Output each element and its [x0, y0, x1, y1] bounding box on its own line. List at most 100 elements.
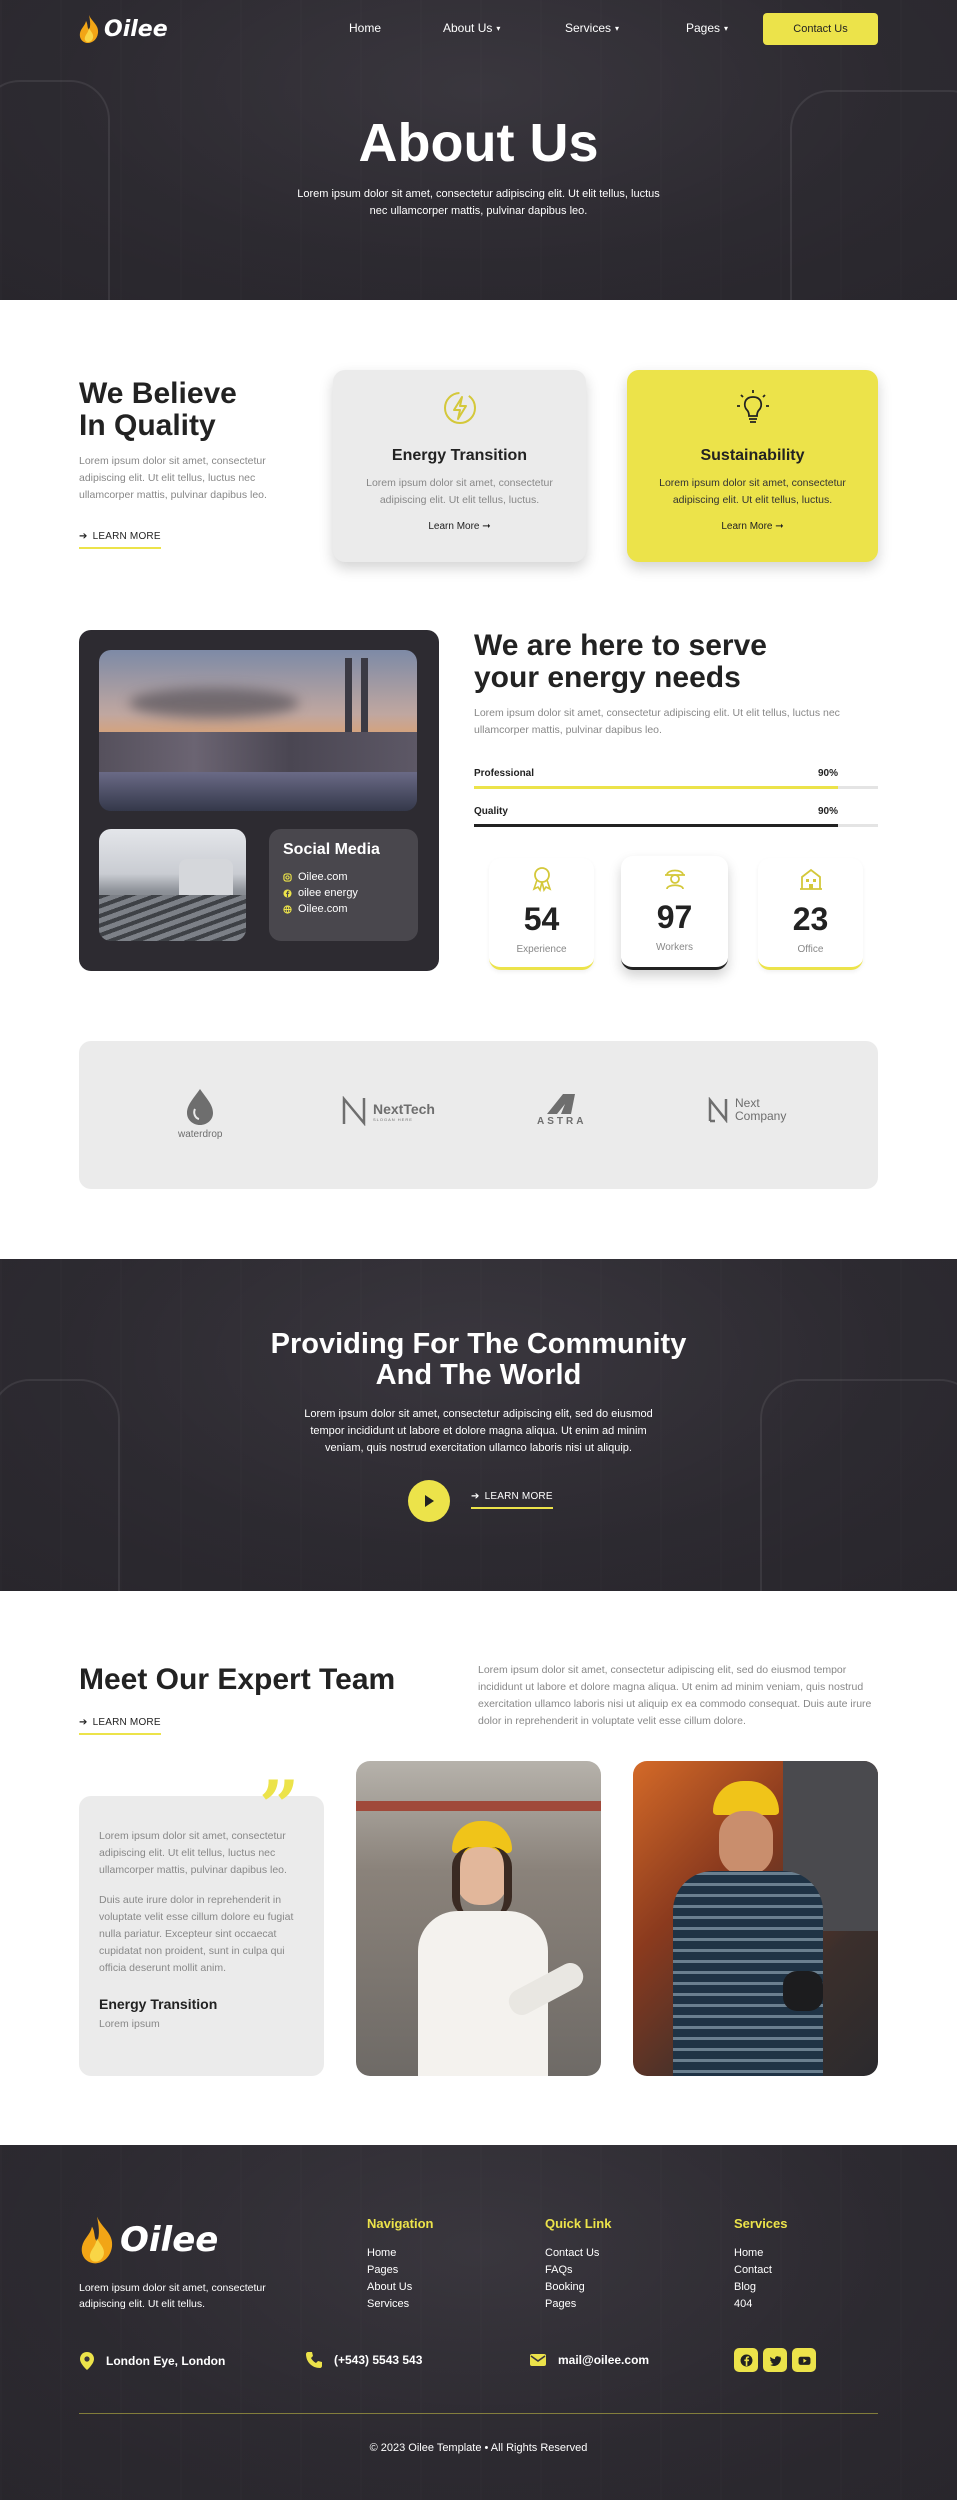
energy-transition-text: Lorem ipsum dolor sit amet, consectetur … — [366, 477, 553, 506]
footer-copyright: © 2023 Oilee Template • All Rights Reser… — [369, 2442, 588, 2454]
progress-quality-label: Quality — [474, 806, 508, 817]
serve-section: Social Media Oilee.com oilee energy Oile… — [0, 600, 957, 1000]
globe-icon — [283, 904, 292, 914]
sustainability-more-link[interactable]: Learn More ➞ — [721, 521, 783, 532]
sustainability-title: Sustainability — [700, 447, 805, 464]
sustainability-text: Lorem ipsum dolor sit amet, consectetur … — [659, 477, 846, 506]
testimonial-title: Energy Transition — [99, 1996, 218, 2013]
progress-quality-track — [474, 824, 878, 827]
footer-twitter-button[interactable] — [763, 2348, 787, 2372]
social-media-card: Social Media Oilee.com oilee energy Oile… — [269, 829, 418, 941]
energy-transition-more-link[interactable]: Learn More ➞ — [428, 521, 490, 532]
energy-transition-card[interactable]: Energy Transition Lorem ipsum dolor sit … — [333, 370, 586, 562]
social-item-facebook-label: oilee energy — [298, 887, 358, 899]
brand-astra: ASTRA — [537, 1093, 586, 1127]
social-item-website-label: Oilee.com — [298, 903, 348, 915]
footer-col-services: Services Home Contact Blog 404 — [734, 2216, 788, 2313]
footer-link[interactable]: About Us — [367, 2279, 433, 2296]
social-item-website[interactable]: Oilee.com — [283, 903, 404, 915]
brand-next-company: Next Company — [707, 1097, 786, 1123]
quote-icon: ” — [259, 1765, 300, 1848]
nav-services[interactable]: Services ▾ — [565, 21, 619, 35]
brand-nexttech-sub: SLOGAN HERE — [373, 1116, 413, 1122]
testimonial-card: ” Lorem ipsum dolor sit amet, consectetu… — [79, 1772, 324, 2076]
arrow-right-icon: ➔ — [79, 531, 88, 542]
footer-email[interactable]: mail@oilee.com — [529, 2351, 649, 2369]
serve-title-line-1: We are here to serve — [474, 629, 767, 662]
footer-link[interactable]: Services — [367, 2296, 433, 2313]
footer-col-quick-link: Quick Link Contact Us FAQs Booking Pages — [545, 2216, 611, 2313]
community-title-line-2: And The World — [375, 1359, 582, 1391]
footer-facebook-button[interactable] — [734, 2348, 758, 2372]
sustainability-card[interactable]: Sustainability Lorem ipsum dolor sit ame… — [627, 370, 878, 562]
quality-title-line-2: In Quality — [79, 408, 216, 442]
community-learn-more-link[interactable]: ➔ LEARN MORE — [471, 1491, 553, 1509]
progress-quality: Quality 90% — [474, 806, 878, 827]
footer-link[interactable]: Booking — [545, 2279, 611, 2296]
footer-social-links — [734, 2348, 816, 2372]
brand-nexttech: NextTech SLOGAN HERE — [341, 1096, 435, 1126]
footer-email-text: mail@oilee.com — [558, 2353, 650, 2367]
brand-astra-name: ASTRA — [537, 1116, 587, 1127]
stat-experience-number: 54 — [523, 901, 560, 937]
quality-title-line-1: We Believe — [79, 377, 237, 410]
community-text: Lorem ipsum dolor sit amet, consectetur … — [0, 1406, 957, 1457]
nav-about-label: About Us — [443, 21, 493, 35]
play-icon — [425, 1495, 434, 1507]
contact-us-button[interactable]: Contact Us — [763, 13, 878, 45]
footer-link[interactable]: Pages — [367, 2262, 433, 2279]
play-video-button[interactable] — [408, 1480, 450, 1522]
footer-address-text: London Eye, London — [106, 2354, 226, 2368]
nav-pages[interactable]: Pages ▾ — [686, 21, 728, 35]
stat-workers-label: Workers — [655, 942, 694, 953]
quality-text: Lorem ipsum dolor sit amet, consectetur … — [79, 455, 267, 501]
mail-icon — [530, 2354, 546, 2366]
footer-link[interactable]: Contact Us — [545, 2245, 611, 2262]
chevron-down-icon: ▾ — [724, 23, 729, 33]
chevron-down-icon: ▾ — [615, 23, 620, 33]
energy-transition-more-label: Learn More — [428, 520, 480, 532]
logo[interactable]: Oilee — [78, 14, 168, 44]
photo2-glove — [783, 1971, 823, 2011]
phone-icon — [306, 2352, 322, 2368]
footer-logo[interactable]: Oilee — [78, 2215, 218, 2265]
progress-quality-fill — [474, 824, 838, 827]
stat-office-number: 23 — [792, 901, 829, 937]
nav-pages-label: Pages — [686, 21, 721, 35]
serve-title: We are here to serve your energy needs — [474, 630, 767, 693]
factory-smoke — [129, 688, 299, 718]
footer-link[interactable]: FAQs — [545, 2262, 611, 2279]
gallery-panel: Social Media Oilee.com oilee energy Oile… — [79, 630, 439, 971]
footer-link[interactable]: Home — [734, 2245, 788, 2262]
nav-about[interactable]: About Us ▾ — [443, 21, 500, 35]
team-learn-more-link[interactable]: ➔ LEARN MORE — [79, 1717, 161, 1735]
team-learn-more-label: LEARN MORE — [92, 1717, 161, 1728]
progress-professional-track — [474, 786, 878, 789]
footer-link[interactable]: 404 — [734, 2296, 788, 2313]
quality-title: We Believe In Quality — [79, 378, 237, 441]
stat-office: 23 Office — [758, 858, 863, 970]
serve-text: Lorem ipsum dolor sit amet, consectetur … — [474, 707, 840, 736]
footer-link[interactable]: Blog — [734, 2279, 788, 2296]
social-item-instagram[interactable]: Oilee.com — [283, 871, 404, 883]
arrow-right-icon: ➞ — [775, 520, 784, 532]
footer-phone[interactable]: (+543) 5543 543 — [305, 2351, 422, 2369]
progress-professional-value: 90% — [817, 768, 838, 779]
footer-youtube-button[interactable] — [792, 2348, 816, 2372]
refinery-pipes — [99, 895, 246, 941]
social-item-facebook[interactable]: oilee energy — [283, 887, 404, 899]
brand-waterdrop-name: waterdrop — [178, 1129, 223, 1140]
footer-link[interactable]: Home — [367, 2245, 433, 2262]
footer-link[interactable]: Contact — [734, 2262, 788, 2279]
nav-home[interactable]: Home — [349, 21, 381, 35]
sustainability-more-label: Learn More — [721, 520, 773, 532]
community-title: Providing For The Community And The Worl… — [0, 1329, 957, 1391]
progress-professional: Professional 90% — [474, 768, 878, 789]
footer-link[interactable]: Pages — [545, 2296, 611, 2313]
location-pin-icon — [80, 2352, 94, 2370]
stat-office-label: Office — [797, 944, 824, 955]
photo1-hair — [452, 1847, 512, 1917]
community-text-line-3: veniam, quis nostrud exercitation ullamc… — [325, 1442, 632, 1454]
flame-logo-icon — [79, 15, 99, 43]
quality-learn-more-link[interactable]: ➔ LEARN MORE — [79, 531, 161, 549]
